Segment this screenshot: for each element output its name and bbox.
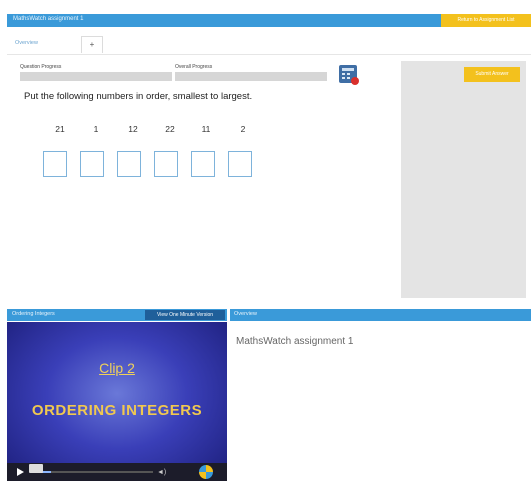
video-clip-label: Clip 2 <box>99 360 135 376</box>
overview-panel-header: Overview <box>230 309 531 321</box>
answer-box[interactable] <box>80 151 104 177</box>
question-progress-bar <box>20 72 172 81</box>
number-item: 11 <box>201 124 211 134</box>
answer-side-panel <box>401 61 526 298</box>
return-to-assignment-list-button[interactable]: Return to Assignment List <box>441 14 531 27</box>
question-area: Question Progress Overall Progress Put t… <box>7 55 399 298</box>
overview-text: MathsWatch assignment 1 <box>236 336 354 347</box>
number-item: 21 <box>55 124 65 134</box>
question-prompt: Put the following numbers in order, smal… <box>24 91 253 102</box>
view-one-minute-version-button[interactable]: View One Minute Version <box>145 310 225 320</box>
video-progress-track[interactable] <box>33 471 153 473</box>
video-scrub-thumb[interactable] <box>29 464 43 473</box>
video-player[interactable]: Clip 2 ORDERING INTEGERS ◄) <box>7 322 227 481</box>
answer-box[interactable] <box>228 151 252 177</box>
answer-box[interactable] <box>191 151 215 177</box>
number-item: 2 <box>240 124 246 134</box>
video-panel-title: Ordering Integers <box>12 311 55 317</box>
overview-panel-title: Overview <box>234 311 257 317</box>
overall-progress-bar <box>175 72 327 81</box>
answer-box[interactable] <box>154 151 178 177</box>
volume-icon[interactable]: ◄) <box>157 469 166 476</box>
tab-bar: Overview + <box>7 34 531 55</box>
assignment-header-bar: MathsWatch assignment 1 Return to Assign… <box>7 14 531 27</box>
number-item: 22 <box>165 124 175 134</box>
answer-box[interactable] <box>43 151 67 177</box>
video-panel-header: Ordering Integers View One Minute Versio… <box>7 309 227 321</box>
play-icon[interactable] <box>17 468 24 476</box>
overview-panel: Overview MathsWatch assignment 1 <box>230 309 531 481</box>
add-tab-button[interactable]: + <box>81 36 103 53</box>
calculator-icon[interactable] <box>339 65 359 85</box>
overall-progress-label: Overall Progress <box>175 64 213 70</box>
submit-answer-button[interactable]: Submit Answer <box>464 67 520 82</box>
video-title: ORDERING INTEGERS <box>31 402 203 419</box>
answer-box[interactable] <box>117 151 141 177</box>
number-item: 1 <box>93 124 99 134</box>
number-item: 12 <box>128 124 138 134</box>
video-panel: Ordering Integers View One Minute Versio… <box>7 309 227 481</box>
assignment-title: MathsWatch assignment 1 <box>13 16 84 22</box>
video-controls: ◄) <box>7 463 227 481</box>
tab-overview[interactable]: Overview <box>15 40 38 46</box>
question-progress-label: Question Progress <box>20 64 62 70</box>
loop-icon[interactable] <box>199 465 213 479</box>
close-badge-icon <box>351 77 359 85</box>
